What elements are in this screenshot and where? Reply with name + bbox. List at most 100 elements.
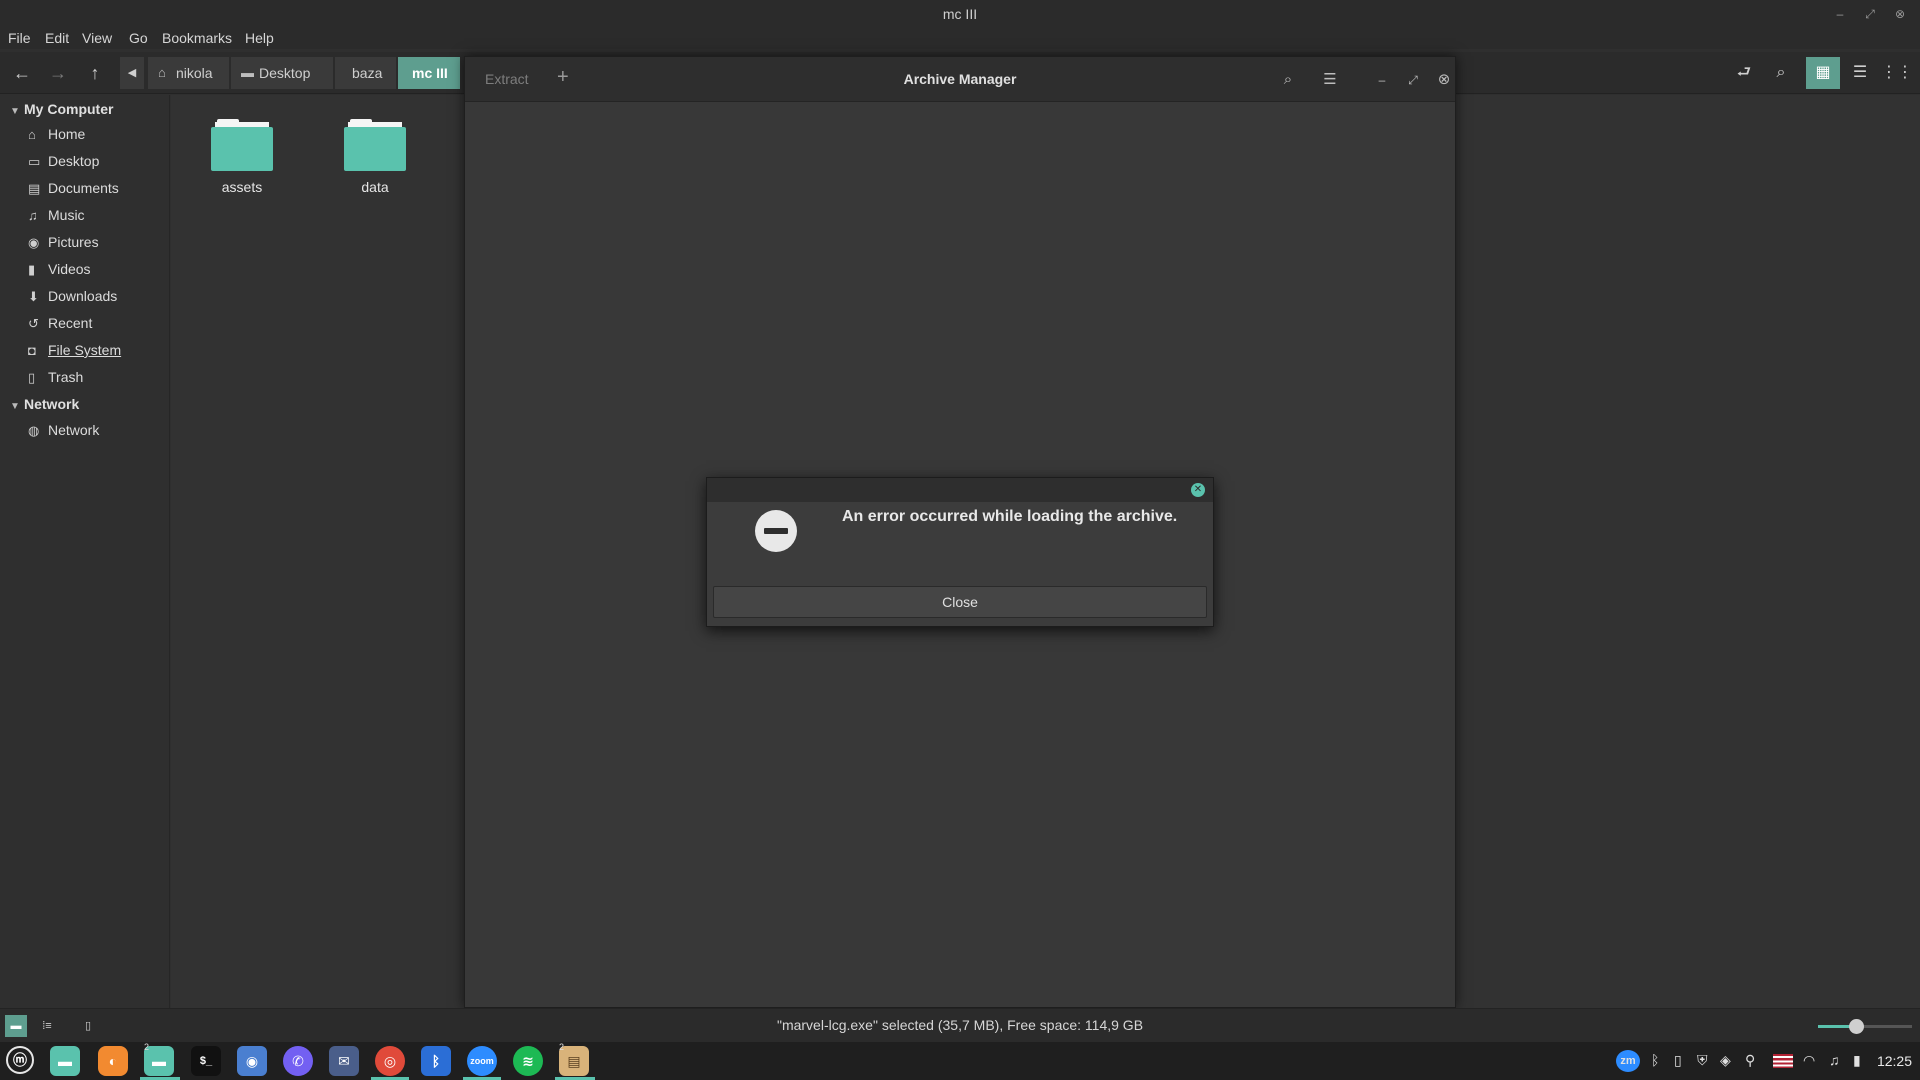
window-title: mc III (942, 6, 978, 22)
sound-tray-icon[interactable]: ♫ (1829, 1052, 1840, 1068)
search-icon[interactable]: ⌕ (1277, 69, 1299, 91)
mail-icon[interactable]: ✉ (329, 1046, 359, 1076)
window-count-badge: 2 (144, 1042, 150, 1052)
maximize-button[interactable]: ⤢ (1402, 69, 1424, 91)
sidebar-item-music[interactable]: ♫ Music (28, 204, 85, 226)
sidebar-item-file-system[interactable]: ◘ File System (28, 339, 121, 361)
home-icon: ⌂ (158, 65, 166, 80)
zoom-icon[interactable]: zoom (467, 1046, 497, 1076)
sidebar-section-network[interactable]: ▼ Network (10, 396, 79, 412)
up-arrow-icon[interactable]: ↑ (82, 61, 108, 87)
folder-item-data[interactable]: data (315, 119, 435, 195)
error-message: An error occurred while loading the arch… (842, 508, 1178, 525)
back-arrow-icon[interactable]: ← (9, 61, 35, 87)
sidebar-item-videos[interactable]: ▮ Videos (28, 258, 91, 280)
clock[interactable]: 12:25 (1877, 1053, 1912, 1069)
error-dialog: ✕ An error occurred while loading the ar… (706, 477, 1214, 627)
breadcrumb-label: mc III (412, 65, 448, 81)
sidebar-item-home[interactable]: ⌂ Home (28, 123, 85, 145)
spotify-icon[interactable]: ≋ (513, 1046, 543, 1076)
camera-icon[interactable]: ◉ (237, 1046, 267, 1076)
forward-arrow-icon[interactable]: → (45, 61, 71, 87)
folder-icon[interactable]: ▬ (50, 1046, 80, 1076)
shield-tray-icon[interactable]: ⛨ (1697, 1052, 1708, 1069)
wifi-tray-icon[interactable]: ◠ (1803, 1052, 1815, 1069)
menu-bookmarks[interactable]: Bookmarks (162, 30, 232, 46)
location-tray-icon[interactable]: ⚲ (1745, 1052, 1755, 1069)
folder-icon (211, 119, 273, 171)
clipboard-tray-icon[interactable]: ▯ (1674, 1052, 1682, 1069)
search-icon[interactable]: ⌕ (1764, 57, 1798, 89)
close-window-button[interactable]: ⊗ (1890, 4, 1910, 24)
breadcrumb-label: baza (352, 65, 383, 81)
menu-edit[interactable]: Edit (45, 30, 69, 46)
zoom-slider[interactable] (1818, 1019, 1912, 1034)
folder-item-assets[interactable]: assets (182, 119, 302, 195)
music-icon: ♫ (28, 208, 38, 223)
breadcrumb-desktop[interactable]: ▬ Desktop (231, 57, 334, 89)
breadcrumb-mc-iii[interactable]: mc III (398, 57, 461, 89)
chrome-icon[interactable]: ◎ (375, 1046, 405, 1076)
viber-icon[interactable]: ✆ (283, 1046, 313, 1076)
sidebar-item-desktop[interactable]: ▭ Desktop (28, 150, 99, 172)
archive-manager-title: Archive Manager (903, 71, 1017, 87)
zoom-slider-handle[interactable] (1848, 1019, 1864, 1034)
breadcrumb-baza[interactable]: baza (335, 57, 397, 89)
mint-icon[interactable]: ⓜ (6, 1046, 34, 1074)
list-view-icon[interactable]: ☰ (1843, 57, 1877, 89)
document-icon: ▤ (28, 181, 41, 196)
zoom-tray-icon[interactable]: zm (1616, 1050, 1640, 1072)
trash-icon: ▯ (28, 370, 36, 385)
compact-view-icon[interactable]: ⋮⋮ (1880, 57, 1914, 89)
sidebar-item-label: Videos (48, 261, 91, 277)
sidebar-item-label: Network (48, 422, 100, 438)
nvidia-tray-icon[interactable]: ◈ (1720, 1052, 1731, 1069)
menu-help[interactable]: Help (245, 30, 274, 46)
archive-manager-headerbar: Extract + Archive Manager ⌕ ☰ – ⤢ ⊗ (465, 57, 1455, 102)
dialog-titlebar: ✕ (707, 478, 1213, 502)
us-flag-keyboard-icon[interactable] (1773, 1054, 1793, 1068)
sidebar-item-label: Trash (48, 369, 84, 385)
menubar: File Edit View Go Bookmarks Help (0, 27, 1920, 49)
clock-icon: ↺ (28, 316, 39, 331)
bluetooth-tray-icon[interactable]: ᛒ (1651, 1052, 1659, 1068)
close-icon[interactable]: ✕ (1191, 483, 1205, 497)
sidebar-item-label: Music (48, 207, 85, 223)
sidebar-item-downloads[interactable]: ⬇ Downloads (28, 285, 117, 307)
sidebar-section-my-computer[interactable]: ▼ My Computer (10, 101, 113, 117)
icon-view-icon[interactable]: ▦ (1806, 57, 1840, 89)
firefox-icon[interactable]: ◐ (98, 1046, 128, 1076)
sidebar-item-network[interactable]: ◍ Network (28, 419, 99, 441)
breadcrumb-label: Desktop (259, 65, 311, 81)
statusbar: ▬ ⁞≡ ▯ "marvel-lcg.exe" selected (35,7 M… (0, 1008, 1920, 1042)
terminal-icon[interactable]: $_ (191, 1046, 221, 1076)
sidebar-item-trash[interactable]: ▯ Trash (28, 366, 83, 388)
breadcrumb-label: nikola (176, 65, 213, 81)
film-icon: ▮ (28, 262, 36, 277)
menu-view[interactable]: View (82, 30, 112, 46)
battery-tray-icon[interactable]: ▮ (1853, 1052, 1861, 1069)
sidebar-item-pictures[interactable]: ◉ Pictures (28, 231, 99, 253)
hamburger-menu-icon[interactable]: ☰ (1319, 69, 1341, 91)
close-button[interactable]: Close (713, 586, 1207, 618)
section-title: My Computer (24, 101, 114, 117)
minimize-button[interactable]: – (1371, 69, 1393, 91)
sidebar-item-label: Recent (48, 315, 93, 331)
minimize-button[interactable]: – (1830, 4, 1850, 24)
breadcrumb-nikola[interactable]: ⌂ nikola (148, 57, 230, 89)
menu-file[interactable]: File (8, 30, 31, 46)
toggle-location-icon[interactable]: ⮐ (1727, 57, 1761, 89)
bluetooth-icon[interactable]: ᛒ (421, 1046, 451, 1076)
sidebar-item-documents[interactable]: ▤ Documents (28, 177, 119, 199)
chevron-down-icon: ▼ (10, 401, 20, 412)
path-left-chevron-icon[interactable]: ◀ (120, 57, 144, 89)
folder-icon (344, 119, 406, 171)
maximize-button[interactable]: ⤢ (1860, 4, 1880, 24)
sidebar-item-label: Desktop (48, 153, 100, 169)
sidebar-item-recent[interactable]: ↺ Recent (28, 312, 92, 334)
menu-go[interactable]: Go (129, 30, 148, 46)
close-window-button[interactable]: ⊗ (1433, 69, 1455, 91)
camera-icon: ◉ (28, 235, 40, 250)
desktop-icon: ▭ (28, 154, 41, 169)
folder-name: data (361, 179, 389, 195)
